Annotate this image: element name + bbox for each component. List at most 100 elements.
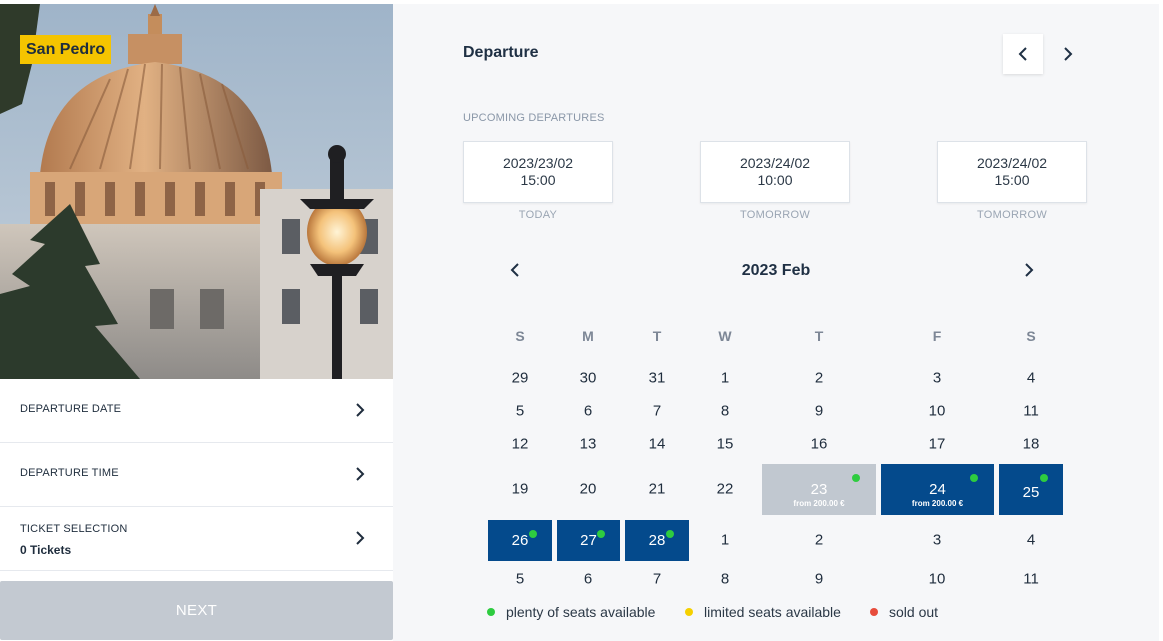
calendar-day[interactable]: 18 <box>1023 436 1040 453</box>
upcoming-departure[interactable]: 2023/24/02 10:00 TOMORROW <box>700 141 850 221</box>
calendar-day[interactable]: 20 <box>580 481 597 498</box>
step-label: DEPARTURE DATE <box>20 403 122 415</box>
price-from: from 200.00 € <box>793 499 845 508</box>
weekday-header: S <box>1026 328 1036 344</box>
chevron-right-icon <box>356 531 365 545</box>
departure-time: 10:00 <box>757 172 793 188</box>
availability-dot <box>970 474 978 482</box>
calendar-day[interactable]: 17 <box>929 436 946 453</box>
legend-label: sold out <box>889 604 939 620</box>
upcoming-departure[interactable]: 2023/23/02 15:00 TODAY <box>463 141 613 221</box>
calendar-day[interactable]: 6 <box>584 571 592 588</box>
calendar-day[interactable]: 30 <box>580 370 597 387</box>
availability-dot <box>597 530 605 538</box>
calendar-day[interactable]: 8 <box>721 403 729 420</box>
calendar-day[interactable]: 22 <box>717 481 734 498</box>
weekday-header: F <box>932 328 942 344</box>
chevron-right-icon <box>356 403 365 417</box>
departure-card[interactable]: 2023/23/02 15:00 <box>463 141 613 203</box>
next-page-button[interactable] <box>1048 34 1088 74</box>
calendar-day[interactable]: 7 <box>653 571 661 588</box>
calendar-day[interactable]: 8 <box>721 571 729 588</box>
calendar-day[interactable]: 10 <box>929 571 946 588</box>
available-day[interactable]: 25 <box>999 464 1063 515</box>
legend-label: limited seats available <box>704 604 841 620</box>
departure-card[interactable]: 2023/24/02 10:00 <box>700 141 850 203</box>
available-day[interactable]: 23 from 200.00 € <box>762 464 876 515</box>
departure-date: 2023/23/02 <box>502 155 574 171</box>
step-label: TICKET SELECTION <box>20 523 128 535</box>
calendar-day[interactable]: 1 <box>721 532 729 549</box>
weekday-header: M <box>582 328 594 344</box>
calendar-day[interactable]: 1 <box>721 370 729 387</box>
available-day[interactable]: 24 from 200.00 € <box>881 464 994 515</box>
step-ticket-selection[interactable]: TICKET SELECTION 0 Tickets <box>0 507 393 571</box>
departure-date: 2023/24/02 <box>739 155 811 171</box>
calendar-day[interactable]: 15 <box>717 436 734 453</box>
step-departure-date[interactable]: DEPARTURE DATE <box>0 379 393 443</box>
calendar-day[interactable]: 29 <box>512 370 529 387</box>
upcoming-departures-title: UPCOMING DEPARTURES <box>463 112 605 124</box>
calendar-day[interactable]: 3 <box>933 532 941 549</box>
calendar-day[interactable]: 10 <box>929 403 946 420</box>
calendar-day[interactable]: 4 <box>1027 370 1035 387</box>
hero-image: San Pedro <box>0 4 393 379</box>
availability-dot <box>529 530 537 538</box>
availability-dot <box>666 530 674 538</box>
departure-time: 15:00 <box>994 172 1030 188</box>
departure-when: TOMORROW <box>739 209 811 221</box>
calendar-day[interactable]: 13 <box>580 436 597 453</box>
legend-item: sold out <box>870 604 938 620</box>
calendar-prev-month-icon[interactable] <box>508 262 524 278</box>
availability-dot <box>1040 474 1048 482</box>
departure-card[interactable]: 2023/24/02 15:00 <box>937 141 1087 203</box>
weekday-header: S <box>515 328 525 344</box>
prev-button[interactable] <box>1003 34 1043 74</box>
calendar-day[interactable]: 2 <box>815 532 823 549</box>
ticket-count: 0 Tickets <box>20 543 72 557</box>
calendar-day[interactable]: 16 <box>811 436 828 453</box>
day-number: 28 <box>648 532 666 549</box>
calendar-day[interactable]: 12 <box>512 436 529 453</box>
calendar-day[interactable]: 5 <box>516 571 524 588</box>
price-from: from 200.00 € <box>911 499 964 508</box>
available-day[interactable]: 27 <box>557 520 620 561</box>
weekday-header: T <box>814 328 824 344</box>
calendar-month-title: 2023 Feb <box>741 262 811 279</box>
calendar-day[interactable]: 7 <box>653 403 661 420</box>
calendar-day[interactable]: 4 <box>1027 532 1035 549</box>
weekday-header: T <box>652 328 662 344</box>
day-number: 26 <box>511 532 529 549</box>
chevron-right-icon <box>356 467 365 481</box>
day-number: 23 <box>810 481 828 498</box>
calendar-day[interactable]: 19 <box>512 481 529 498</box>
calendar-day[interactable]: 9 <box>815 403 823 420</box>
available-day[interactable]: 26 <box>488 520 552 561</box>
calendar-day[interactable]: 31 <box>649 370 666 387</box>
legend-dot-red <box>870 608 878 616</box>
next-button[interactable]: NEXT <box>0 581 393 640</box>
weekday-header: W <box>718 328 732 344</box>
calendar-day[interactable]: 9 <box>815 571 823 588</box>
step-departure-time[interactable]: DEPARTURE TIME <box>0 443 393 507</box>
calendar-day[interactable]: 11 <box>1023 403 1039 420</box>
chevron-right-icon <box>1064 47 1073 61</box>
day-number: 24 <box>929 481 946 498</box>
legend-dot-yellow <box>685 608 693 616</box>
calendar-day[interactable]: 3 <box>933 370 941 387</box>
upcoming-departure[interactable]: 2023/24/02 15:00 TOMORROW <box>937 141 1087 221</box>
step-label: DEPARTURE TIME <box>20 467 119 479</box>
departure-when: TOMORROW <box>976 209 1048 221</box>
departure-title: Departure <box>463 44 539 61</box>
calendar-day[interactable]: 11 <box>1023 571 1039 588</box>
calendar-day[interactable]: 14 <box>649 436 666 453</box>
available-day[interactable]: 28 <box>625 520 689 561</box>
calendar-day[interactable]: 21 <box>649 481 666 498</box>
calendar-next-month-icon[interactable] <box>1021 262 1037 278</box>
day-number: 25 <box>1022 484 1040 501</box>
calendar-day[interactable]: 6 <box>584 403 592 420</box>
calendar-day[interactable]: 2 <box>815 370 823 387</box>
calendar-day[interactable]: 5 <box>516 403 524 420</box>
legend-item: limited seats available <box>685 604 841 620</box>
departure-when: TODAY <box>518 209 558 221</box>
